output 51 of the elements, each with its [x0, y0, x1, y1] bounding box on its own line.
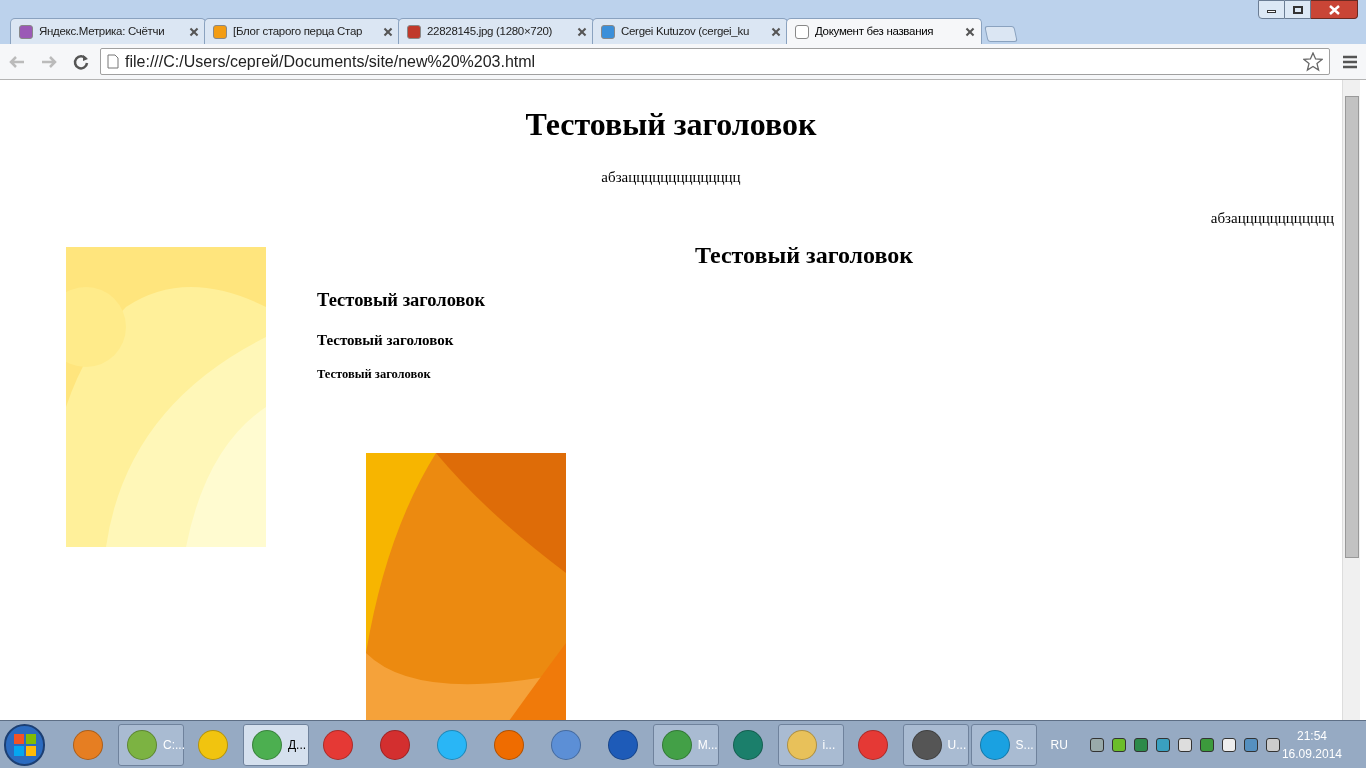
taskbar-button[interactable]: i...: [777, 723, 844, 766]
browser-tab[interactable]: 22828145.jpg (1280×720): [398, 18, 594, 44]
tray-icon[interactable]: [1199, 737, 1214, 752]
taskbar-button[interactable]: U...: [902, 723, 969, 766]
taskbar-button[interactable]: S...: [970, 723, 1037, 766]
section-heading: Тестовый заголовок: [693, 241, 915, 270]
section-heading: Тестовый заголовок: [317, 289, 487, 312]
tab-title: Яндекс.Метрика: Счётчи: [39, 23, 166, 39]
clock-date[interactable]: 16.09.2014: [1281, 744, 1342, 763]
address-field[interactable]: file:///C:/Users/сергей/Documents/site/new%20%203.html: [100, 48, 1330, 75]
browser-tab[interactable]: Документ без названия: [786, 18, 982, 44]
tray-icon[interactable]: [1155, 737, 1170, 752]
close-icon: [1328, 4, 1340, 15]
close-icon[interactable]: [189, 27, 197, 36]
page-heading: Тестовый заголовок: [524, 105, 818, 144]
close-icon[interactable]: [577, 27, 585, 36]
scrollbar[interactable]: [1342, 80, 1360, 720]
paragraph: абзацццццццццццц: [1209, 208, 1335, 228]
browser-tab[interactable]: [Блог старого перца Стар: [204, 18, 400, 44]
tab-title: 22828145.jpg (1280×720): [427, 23, 554, 39]
section-heading: Тестовый заголовок: [317, 366, 432, 384]
tray-icon[interactable]: [1177, 737, 1192, 752]
tab-title: [Блог старого перца Стар: [233, 23, 364, 39]
windows-logo-icon: [13, 733, 36, 756]
tab-title: Cergei Kutuzov (cergei_ku: [621, 23, 750, 39]
menu-icon[interactable]: [1342, 54, 1358, 69]
taskbar-button[interactable]: C:...: [117, 723, 184, 766]
section-heading: Тестовый заголовок: [317, 330, 455, 350]
start-button[interactable]: [4, 723, 45, 766]
tray-icon[interactable]: [1133, 737, 1148, 752]
maximize-button[interactable]: [1285, 0, 1311, 19]
tray-icon[interactable]: [1243, 737, 1258, 752]
close-button[interactable]: [1311, 0, 1358, 19]
tray-icon[interactable]: [1111, 737, 1126, 752]
reload-icon[interactable]: [72, 52, 90, 71]
taskbar-button[interactable]: Д...: [242, 723, 309, 766]
browser-tab[interactable]: Cergei Kutuzov (cergei_ku: [592, 18, 788, 44]
clock-time[interactable]: 21:54: [1296, 726, 1327, 745]
tray-icon[interactable]: [1265, 737, 1280, 752]
browser-tab[interactable]: Яндекс.Метрика: Счётчи: [10, 18, 206, 44]
close-icon[interactable]: [383, 27, 391, 36]
close-icon[interactable]: [771, 27, 779, 36]
taskbar-button[interactable]: M...: [652, 723, 719, 766]
star-icon[interactable]: [1303, 51, 1323, 72]
tray-icon[interactable]: [1221, 737, 1236, 752]
language-indicator[interactable]: RU: [1050, 735, 1068, 754]
tray-icon[interactable]: [1089, 737, 1104, 752]
close-icon[interactable]: [965, 27, 973, 36]
paragraph: абзацццццццццццццц: [600, 168, 742, 187]
tab-title: Документ без названия: [815, 23, 935, 39]
minimize-button[interactable]: [1258, 0, 1285, 19]
